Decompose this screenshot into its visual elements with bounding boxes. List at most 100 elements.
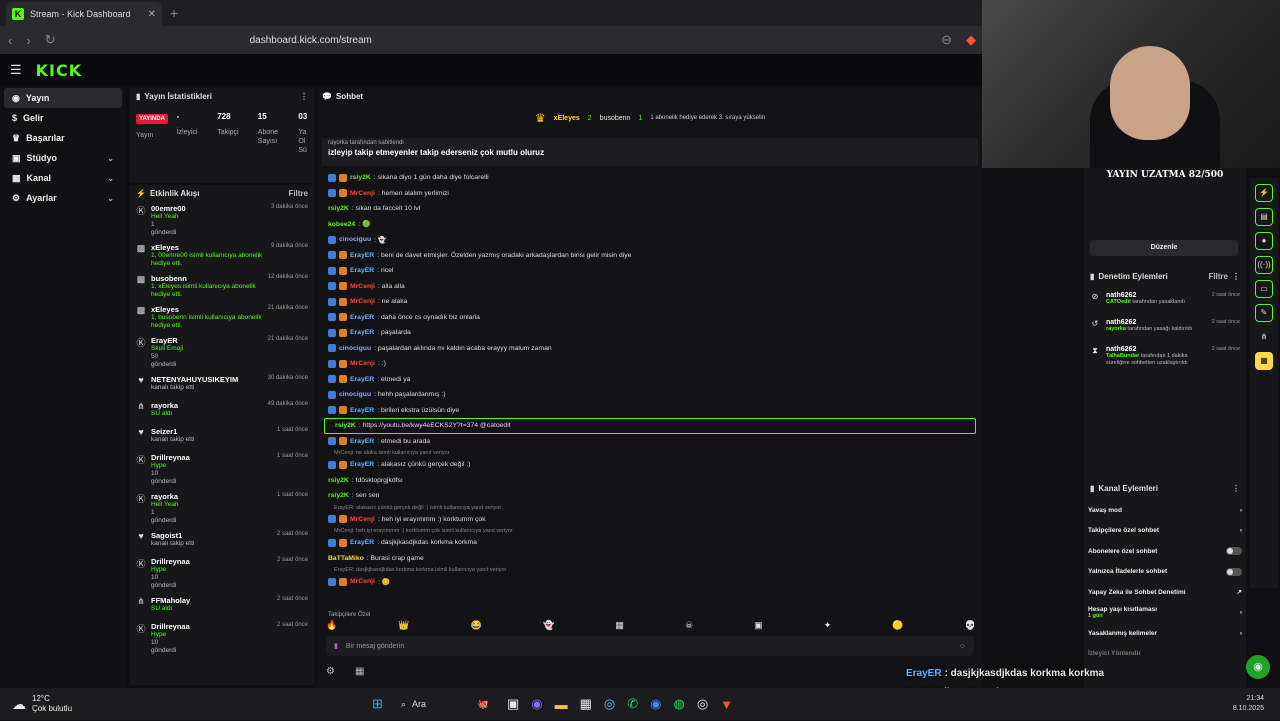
chevron-down-icon[interactable]: ⌄ — [107, 174, 114, 183]
chat-message[interactable]: rsiy2K: sen sen — [318, 488, 982, 504]
activity-user[interactable]: ErayER — [151, 336, 263, 345]
activity-item[interactable]: Ⓚ ErayER Skull Emoji 50 gönderdi 21 dakika ön… — [130, 333, 314, 372]
activity-item[interactable]: ⋔ FFMaholay SU aldı 2 saat önce — [130, 593, 314, 619]
nav-item-4[interactable]: ▦ Kanal ⌄ — [4, 168, 122, 188]
menu-icon[interactable]: ☰ — [10, 62, 22, 78]
activity-item[interactable]: ♥ Seizer1 kanalı takip etti 1 saat önce — [130, 424, 314, 450]
chat-message[interactable]: kobee24: 🟢 — [318, 217, 982, 233]
filter-button[interactable]: Filtre — [288, 189, 308, 198]
nav-item-0[interactable]: ◉ Yayın — [4, 88, 122, 108]
whatsapp-icon[interactable]: ✆ — [627, 696, 638, 712]
emote-icon[interactable]: ☠ — [685, 620, 693, 631]
chat-message[interactable]: BaTTaMiko: Burasi crap game — [318, 551, 982, 567]
channel-action-item[interactable]: Yapay Zeka ile Sohbet Denetimi ↗ — [1084, 582, 1246, 603]
activity-user[interactable]: xEleyes — [151, 243, 266, 252]
activity-item[interactable]: Ⓚ 00emre00 Heil Yeah 1 gönderdi 3 dakika önce — [130, 201, 314, 240]
pinned-message[interactable]: rayorka tarafından sabitlendi izleyip ta… — [322, 138, 978, 166]
chat-message[interactable]: MrCenji: heh iyi erayımmm :) korktumm ço… — [318, 512, 982, 528]
chat-username[interactable]: rsiy2K — [328, 205, 349, 212]
chat-message[interactable]: MrCenji: :) — [318, 356, 982, 372]
activity-item[interactable]: ♥ NETENYAHUYUSIKEYIM kanalı takip etti 30 d… — [130, 372, 314, 398]
chat-message[interactable]: MrCenji: hemen alalım yerlimizi — [318, 186, 982, 202]
emote-icon[interactable]: 😂 — [471, 620, 482, 631]
more-icon[interactable]: ⋮ — [1232, 484, 1240, 493]
activity-item[interactable]: Ⓚ Drillreynaa Hype 10 gönderdi 2 saat önce — [130, 554, 314, 593]
brave-shield-icon[interactable]: ◆ — [966, 32, 976, 48]
forward-icon[interactable]: › — [26, 33, 30, 48]
emote-icon[interactable]: 👑 — [398, 620, 409, 631]
chat-username[interactable]: ErayER — [350, 376, 374, 383]
chat-message[interactable]: ErayER: ricel — [318, 263, 982, 279]
chrome-icon[interactable]: ◉ — [650, 696, 661, 712]
gifter-name[interactable]: xEleyes — [554, 115, 580, 122]
emote-icon[interactable]: ▦ — [615, 620, 624, 631]
channel-action-item[interactable]: Hesap yaşı kısıtlaması 1 gün › — [1084, 603, 1246, 624]
mod-target-user[interactable]: rayorka — [1106, 326, 1126, 332]
chat-username[interactable]: cinociguu — [339, 236, 371, 243]
chat-username[interactable]: rsiy2K — [335, 422, 356, 429]
chevron-right-icon[interactable]: › — [1240, 527, 1242, 534]
chevron-down-icon[interactable]: ⌄ — [107, 154, 114, 163]
chat-message[interactable]: rsiy2K: sikan da facceit 10 lvl — [318, 201, 982, 217]
activity-item[interactable]: ⋔ rayorka SU aldı 49 dakika önce — [130, 398, 314, 424]
steam-icon[interactable]: ◎ — [604, 696, 615, 712]
emote-icon[interactable]: 🟡 — [892, 620, 903, 631]
chat-message[interactable]: ErayER: beni de davet etmişler. Özelden … — [318, 248, 982, 264]
clock[interactable]: 21:34 8.10.2025 — [1233, 694, 1264, 714]
channel-action-item[interactable]: Abonelere özel sohbet — [1084, 541, 1246, 562]
nav-item-2[interactable]: ♛ Başarılar — [4, 128, 122, 148]
chat-message[interactable]: ErayER: alakasız çünkü gerçek değil :) — [318, 457, 982, 473]
chat-username[interactable]: ErayER — [350, 461, 374, 468]
channel-action-item[interactable]: Takipçilere özel sohbet › — [1084, 521, 1246, 542]
windows-start-icon[interactable]: ⊞ — [372, 696, 383, 712]
folder-icon[interactable]: ▬ — [555, 697, 568, 712]
chat-username[interactable]: ErayER — [350, 252, 374, 259]
chat-username[interactable]: cinociguu — [339, 391, 371, 398]
emote-icon[interactable]: 💀 — [965, 620, 976, 631]
viewer-redirect-label[interactable]: İzleyici Yönlendir — [1084, 644, 1246, 665]
spotify-icon[interactable]: ◍ — [673, 696, 684, 712]
chevron-down-icon[interactable]: ⌄ — [107, 194, 114, 203]
chat-message[interactable]: cinociguu: paşalardan aklında mı kaldın … — [318, 341, 982, 357]
chat-username[interactable]: rsiy2K — [328, 477, 349, 484]
mod-user[interactable]: nath6262 — [1106, 319, 1206, 326]
activity-user[interactable]: rayorka — [151, 401, 263, 410]
nav-item-5[interactable]: ⚙ Ayarlar ⌄ — [4, 188, 122, 208]
chevron-right-icon[interactable]: › — [1240, 630, 1242, 637]
weather-widget[interactable]: ☁ 12°C Çok bulutlu — [12, 694, 72, 714]
chat-username[interactable]: MrCenji — [350, 298, 375, 305]
mod-target-user[interactable]: CATOedit — [1106, 299, 1131, 305]
external-link-icon[interactable]: ↗ — [1237, 588, 1242, 596]
chat-username[interactable]: BaTTaMiko — [328, 555, 364, 562]
activity-user[interactable]: FFMaholay — [151, 596, 272, 605]
flash-icon[interactable]: ⚡ — [1255, 184, 1273, 202]
chat-username[interactable]: ErayER — [350, 314, 374, 321]
chat-message[interactable]: rsiy2K: https://youtu.be/kwy4eECKS2Y?t=3… — [324, 418, 976, 434]
nav-item-3[interactable]: ▣ Stüdyo ⌄ — [4, 148, 122, 168]
taskbar-search[interactable]: ⌕ Ara 🐙 — [395, 693, 495, 715]
zoom-icon[interactable]: ⊖ — [941, 32, 952, 48]
clip-icon[interactable]: ▦ — [355, 666, 364, 677]
chat-message[interactable]: rsiy2K: fdöskloprgjkdfsı — [318, 473, 982, 489]
activity-item[interactable]: ▩ xEleyes 1, busobenn isimli kullanıcıya a… — [130, 302, 314, 333]
chat-username[interactable]: ErayER — [350, 329, 374, 336]
chevron-right-icon[interactable]: › — [1240, 609, 1242, 616]
chat-username[interactable]: ErayER — [350, 267, 374, 274]
chat-username[interactable]: rsiy2K — [350, 174, 371, 181]
activity-item[interactable]: ▩ xEleyes 1, 00emre00 isimli kullanıcıya a… — [130, 240, 314, 271]
chat-message[interactable]: MrCenji: alla alla — [318, 279, 982, 295]
mod-user[interactable]: nath6262 — [1106, 346, 1206, 353]
mod-filter-button[interactable]: Filtre — [1208, 272, 1228, 281]
chat-bubble-icon[interactable]: ● — [1255, 232, 1273, 250]
toggle-switch[interactable] — [1226, 567, 1242, 576]
edit-button[interactable]: Düzenle — [1090, 240, 1238, 256]
chat-username[interactable]: kobee24 — [328, 221, 355, 228]
channel-action-item[interactable]: Yasaklanmış kelimeler › — [1084, 623, 1246, 644]
chat-username[interactable]: cinociguu — [339, 345, 371, 352]
chat-message[interactable]: ErayER: etmedi ya — [318, 372, 982, 388]
wifi-icon[interactable]: ((·)) — [1255, 256, 1273, 274]
reload-icon[interactable]: ↻ — [45, 32, 56, 48]
more-icon[interactable]: ⋮ — [1232, 272, 1240, 281]
mod-user[interactable]: nath6262 — [1106, 292, 1206, 299]
new-tab-icon[interactable]: + — [170, 5, 178, 21]
